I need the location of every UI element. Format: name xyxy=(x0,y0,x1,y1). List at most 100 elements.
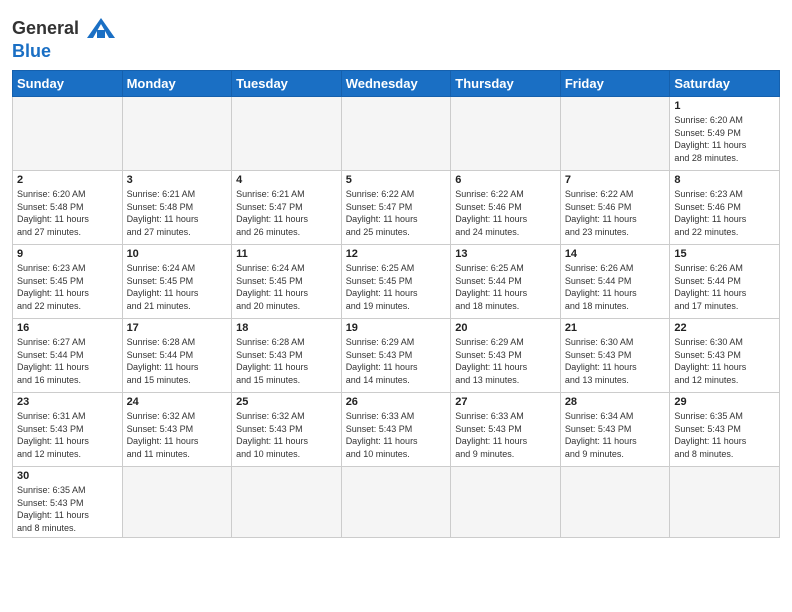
day-info: Sunrise: 6:27 AM Sunset: 5:44 PM Dayligh… xyxy=(17,336,118,386)
day-cell: 10Sunrise: 6:24 AM Sunset: 5:45 PM Dayli… xyxy=(122,245,232,319)
week-row-2: 2 Sunrise: 6:20 AM Sunset: 5:48 PM Daylig… xyxy=(13,171,780,245)
day-info: Sunrise: 6:21 AM Sunset: 5:48 PM Dayligh… xyxy=(127,188,228,238)
day-info: Sunrise: 6:26 AM Sunset: 5:44 PM Dayligh… xyxy=(674,262,775,312)
day-number: 30 xyxy=(17,470,118,482)
week-row-6: 30 Sunrise: 6:35 AM Sunset: 5:43 PM Dayli… xyxy=(13,467,780,538)
day-info: Sunrise: 6:20 AM Sunset: 5:48 PM Dayligh… xyxy=(17,188,118,238)
day-cell: 28Sunrise: 6:34 AM Sunset: 5:43 PM Dayli… xyxy=(560,393,670,467)
day-cell: 15 Sunrise: 6:26 AM Sunset: 5:44 PM Dayli… xyxy=(670,245,780,319)
day-info: Sunrise: 6:28 AM Sunset: 5:43 PM Dayligh… xyxy=(236,336,337,386)
day-cell: 25Sunrise: 6:32 AM Sunset: 5:43 PM Dayli… xyxy=(232,393,342,467)
day-number: 8 xyxy=(674,174,775,186)
day-cell xyxy=(13,97,123,171)
day-cell: 27 Sunrise: 6:33 AM Sunset: 5:43 PM Dayli… xyxy=(451,393,561,467)
weekday-header-row: SundayMondayTuesdayWednesdayThursdayFrid… xyxy=(13,71,780,97)
day-cell: 8 Sunrise: 6:23 AM Sunset: 5:46 PM Daylig… xyxy=(670,171,780,245)
day-number: 10 xyxy=(127,248,228,260)
day-info: Sunrise: 6:21 AM Sunset: 5:47 PM Dayligh… xyxy=(236,188,337,238)
day-cell xyxy=(341,97,451,171)
weekday-sunday: Sunday xyxy=(13,71,123,97)
day-info: Sunrise: 6:30 AM Sunset: 5:43 PM Dayligh… xyxy=(565,336,666,386)
logo-text-general: General xyxy=(12,19,79,37)
day-number: 13 xyxy=(455,248,556,260)
day-cell: 21Sunrise: 6:30 AM Sunset: 5:43 PM Dayli… xyxy=(560,319,670,393)
day-info: Sunrise: 6:33 AM Sunset: 5:43 PM Dayligh… xyxy=(455,410,556,460)
day-info: Sunrise: 6:35 AM Sunset: 5:43 PM Dayligh… xyxy=(17,484,118,534)
day-number: 26 xyxy=(346,396,447,408)
day-number: 22 xyxy=(674,322,775,334)
page: General Blue SundayMondayTues xyxy=(0,0,792,612)
weekday-friday: Friday xyxy=(560,71,670,97)
logo: General Blue xyxy=(12,14,119,62)
day-info: Sunrise: 6:29 AM Sunset: 5:43 PM Dayligh… xyxy=(346,336,447,386)
day-number: 4 xyxy=(236,174,337,186)
weekday-saturday: Saturday xyxy=(670,71,780,97)
day-cell: 16 Sunrise: 6:27 AM Sunset: 5:44 PM Dayli… xyxy=(13,319,123,393)
day-cell: 13Sunrise: 6:25 AM Sunset: 5:44 PM Dayli… xyxy=(451,245,561,319)
day-cell: 11 Sunrise: 6:24 AM Sunset: 5:45 PM Dayli… xyxy=(232,245,342,319)
day-number: 2 xyxy=(17,174,118,186)
day-cell: 22 Sunrise: 6:30 AM Sunset: 5:43 PM Dayli… xyxy=(670,319,780,393)
day-cell xyxy=(451,467,561,538)
day-cell: 19Sunrise: 6:29 AM Sunset: 5:43 PM Dayli… xyxy=(341,319,451,393)
week-row-1: 1 Sunrise: 6:20 AM Sunset: 5:49 PM Daylig… xyxy=(13,97,780,171)
day-cell: 12 Sunrise: 6:25 AM Sunset: 5:45 PM Dayli… xyxy=(341,245,451,319)
day-info: Sunrise: 6:24 AM Sunset: 5:45 PM Dayligh… xyxy=(236,262,337,312)
day-cell: 23Sunrise: 6:31 AM Sunset: 5:43 PM Dayli… xyxy=(13,393,123,467)
day-cell: 5 Sunrise: 6:22 AM Sunset: 5:47 PM Daylig… xyxy=(341,171,451,245)
day-cell xyxy=(232,467,342,538)
day-cell: 9 Sunrise: 6:23 AM Sunset: 5:45 PM Daylig… xyxy=(13,245,123,319)
day-cell: 26Sunrise: 6:33 AM Sunset: 5:43 PM Dayli… xyxy=(341,393,451,467)
day-number: 3 xyxy=(127,174,228,186)
day-info: Sunrise: 6:32 AM Sunset: 5:43 PM Dayligh… xyxy=(127,410,228,460)
day-number: 11 xyxy=(236,248,337,260)
day-info: Sunrise: 6:23 AM Sunset: 5:45 PM Dayligh… xyxy=(17,262,118,312)
day-number: 27 xyxy=(455,396,556,408)
day-number: 16 xyxy=(17,322,118,334)
day-info: Sunrise: 6:35 AM Sunset: 5:43 PM Dayligh… xyxy=(674,410,775,460)
day-cell: 2 Sunrise: 6:20 AM Sunset: 5:48 PM Daylig… xyxy=(13,171,123,245)
day-info: Sunrise: 6:22 AM Sunset: 5:47 PM Dayligh… xyxy=(346,188,447,238)
day-number: 12 xyxy=(346,248,447,260)
day-number: 29 xyxy=(674,396,775,408)
day-info: Sunrise: 6:20 AM Sunset: 5:49 PM Dayligh… xyxy=(674,114,775,164)
day-info: Sunrise: 6:28 AM Sunset: 5:44 PM Dayligh… xyxy=(127,336,228,386)
day-number: 20 xyxy=(455,322,556,334)
day-number: 7 xyxy=(565,174,666,186)
day-info: Sunrise: 6:22 AM Sunset: 5:46 PM Dayligh… xyxy=(565,188,666,238)
week-row-3: 9 Sunrise: 6:23 AM Sunset: 5:45 PM Daylig… xyxy=(13,245,780,319)
day-info: Sunrise: 6:22 AM Sunset: 5:46 PM Dayligh… xyxy=(455,188,556,238)
day-number: 24 xyxy=(127,396,228,408)
week-row-4: 16 Sunrise: 6:27 AM Sunset: 5:44 PM Dayli… xyxy=(13,319,780,393)
calendar: SundayMondayTuesdayWednesdayThursdayFrid… xyxy=(12,70,780,538)
day-number: 17 xyxy=(127,322,228,334)
day-info: Sunrise: 6:30 AM Sunset: 5:43 PM Dayligh… xyxy=(674,336,775,386)
day-number: 18 xyxy=(236,322,337,334)
day-cell: 24 Sunrise: 6:32 AM Sunset: 5:43 PM Dayli… xyxy=(122,393,232,467)
day-number: 9 xyxy=(17,248,118,260)
logo-text-blue: Blue xyxy=(12,41,51,61)
day-cell: 18 Sunrise: 6:28 AM Sunset: 5:43 PM Dayli… xyxy=(232,319,342,393)
week-row-5: 23Sunrise: 6:31 AM Sunset: 5:43 PM Dayli… xyxy=(13,393,780,467)
day-number: 15 xyxy=(674,248,775,260)
weekday-monday: Monday xyxy=(122,71,232,97)
day-info: Sunrise: 6:25 AM Sunset: 5:45 PM Dayligh… xyxy=(346,262,447,312)
day-cell: 4 Sunrise: 6:21 AM Sunset: 5:47 PM Daylig… xyxy=(232,171,342,245)
weekday-wednesday: Wednesday xyxy=(341,71,451,97)
day-info: Sunrise: 6:23 AM Sunset: 5:46 PM Dayligh… xyxy=(674,188,775,238)
day-cell: 17 Sunrise: 6:28 AM Sunset: 5:44 PM Dayli… xyxy=(122,319,232,393)
day-cell: 7 Sunrise: 6:22 AM Sunset: 5:46 PM Daylig… xyxy=(560,171,670,245)
day-number: 1 xyxy=(674,100,775,112)
day-cell: 29 Sunrise: 6:35 AM Sunset: 5:43 PM Dayli… xyxy=(670,393,780,467)
weekday-tuesday: Tuesday xyxy=(232,71,342,97)
day-number: 14 xyxy=(565,248,666,260)
day-number: 5 xyxy=(346,174,447,186)
day-cell: 30 Sunrise: 6:35 AM Sunset: 5:43 PM Dayli… xyxy=(13,467,123,538)
logo-icon xyxy=(83,14,119,42)
header: General Blue xyxy=(12,10,780,62)
day-cell: 14Sunrise: 6:26 AM Sunset: 5:44 PM Dayli… xyxy=(560,245,670,319)
day-cell xyxy=(122,467,232,538)
day-cell xyxy=(341,467,451,538)
day-cell xyxy=(232,97,342,171)
day-cell xyxy=(670,467,780,538)
